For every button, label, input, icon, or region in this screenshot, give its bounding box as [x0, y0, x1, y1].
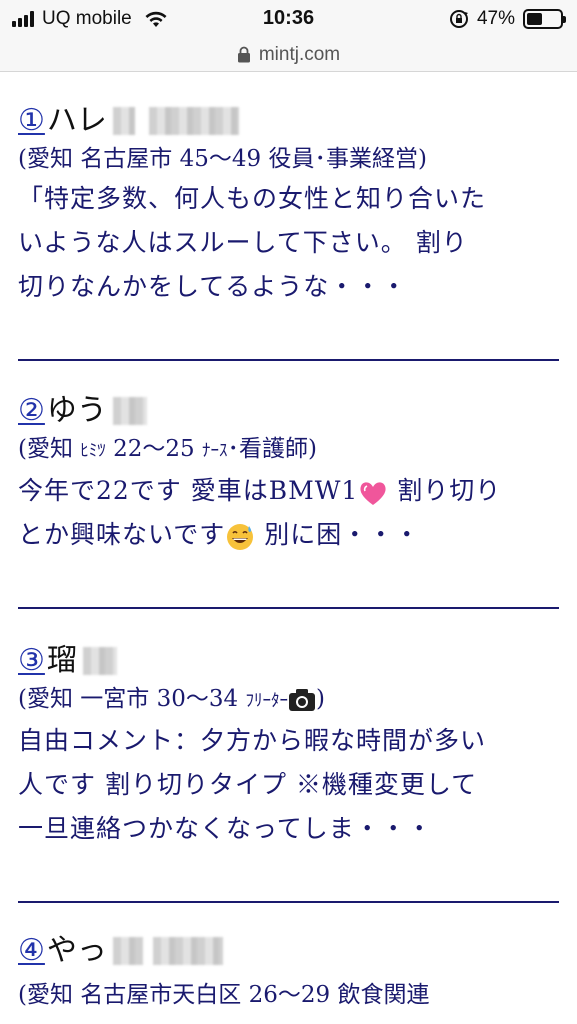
- list-item: ③ 瑠 (愛知 一宮市 30〜34 ﾌﾘｰﾀｰ ) 自由コメント：夕方から暇な時…: [18, 641, 559, 851]
- entry-meta: (愛知 名古屋市天白区 26〜29 飲食関連: [18, 982, 430, 1008]
- url-text: mintj.com: [258, 43, 341, 65]
- camera-icon: [288, 689, 315, 711]
- comment-line: 切りなんかをしてるような・・・: [18, 272, 408, 301]
- grinning-sweat-icon: [227, 523, 254, 550]
- entry-number-link[interactable]: ①: [18, 101, 45, 141]
- entry-number-link[interactable]: ④: [18, 931, 45, 971]
- meta-part: ): [315, 686, 325, 712]
- comment-line: 人です 割り切りタイプ ※機種変更して: [18, 770, 478, 799]
- blurred-name: [82, 647, 117, 675]
- status-right: 47%: [449, 8, 566, 30]
- meta-kana: ﾅｰｽ: [201, 441, 228, 461]
- entry-number-link[interactable]: ②: [18, 391, 45, 431]
- battery-icon: [523, 9, 566, 29]
- blurred-name: [152, 937, 223, 965]
- comment-line: とか興味ないです 別に困・・・: [18, 513, 559, 557]
- divider: [18, 607, 559, 609]
- battery-percent: 47%: [476, 8, 515, 29]
- address-bar[interactable]: mintj.com: [0, 38, 577, 72]
- padlock-icon: [237, 46, 250, 63]
- entry-meta: (愛知 一宮市 30〜34 ﾌﾘｰﾀｰ ): [18, 681, 559, 719]
- blurred-name: [112, 937, 143, 965]
- entry-number-link[interactable]: ③: [18, 641, 45, 681]
- entry-name: やっ: [46, 933, 107, 968]
- meta-kana: ﾋﾐﾂ: [80, 441, 106, 461]
- orientation-lock-icon: [449, 10, 468, 28]
- blurred-name: [112, 397, 147, 425]
- meta-part: ･看護師): [227, 436, 317, 462]
- meta-part: (愛知: [18, 436, 81, 462]
- comment-text: とか興味ないです: [18, 520, 226, 549]
- list-item: ④ やっ (愛知 名古屋市天白区 26〜29 飲食関連: [18, 931, 559, 1013]
- comment-text: 今年で22です 愛車はBMW1: [18, 476, 359, 505]
- comment-line: 自由コメント：夕方から暇な時間が多い: [18, 726, 487, 755]
- sparkling-heart-icon: [360, 481, 386, 505]
- divider: [18, 901, 559, 903]
- comment-line: いような人はスルーして下さい。 割り: [18, 228, 468, 257]
- meta-kana: ﾌﾘｰﾀｰ: [245, 691, 288, 711]
- entry-title: ② ゆう: [18, 391, 559, 431]
- comment-line: 「特定多数、何人もの女性と知り合いた: [18, 184, 487, 213]
- list-item: ① ハレ (愛知 名古屋市 45〜49 役員･事業経営) 「特定多数、何人もの女…: [18, 101, 559, 309]
- entry-name: ゆう: [46, 393, 107, 428]
- divider: [18, 359, 559, 361]
- status-bar: UQ mobile 10:36 47%: [0, 0, 577, 38]
- comment-line: 一旦連絡つかなくなってしま・・・: [18, 814, 433, 843]
- battery-level: [527, 13, 543, 25]
- list-item: ② ゆう (愛知 ﾋﾐﾂ 22〜25 ﾅｰｽ･看護師) 今年で22です 愛車はB…: [18, 391, 559, 557]
- entry-comment: 「特定多数、何人もの女性と知り合いた いような人はスルーして下さい。 割り 切り…: [18, 177, 559, 309]
- entry-name: ハレ: [46, 103, 107, 138]
- entry-title: ① ハレ: [18, 101, 559, 141]
- entry-name: 瑠: [46, 643, 77, 678]
- entry-title: ③ 瑠: [18, 641, 559, 681]
- entry-comment: 自由コメント：夕方から暇な時間が多い 人です 割り切りタイプ ※機種変更して 一…: [18, 719, 559, 851]
- comment-text: 割り切り: [388, 476, 502, 505]
- entry-meta: (愛知 名古屋市 45〜49 役員･事業経営): [18, 146, 427, 172]
- blurred-name: [112, 107, 135, 135]
- meta-part: (愛知 一宮市 30〜34: [18, 686, 246, 712]
- entry-meta: (愛知 ﾋﾐﾂ 22〜25 ﾅｰｽ･看護師): [18, 431, 559, 469]
- blurred-name: [148, 107, 239, 135]
- meta-part: 22〜25: [105, 436, 202, 462]
- comment-line: 今年で22です 愛車はBMW1 割り切り: [18, 469, 559, 513]
- comment-text: 別に困・・・: [255, 520, 421, 549]
- entry-title: ④ やっ: [18, 931, 559, 971]
- entry-comment: 今年で22です 愛車はBMW1 割り切り とか興味ないです 別に困・・・: [18, 469, 559, 557]
